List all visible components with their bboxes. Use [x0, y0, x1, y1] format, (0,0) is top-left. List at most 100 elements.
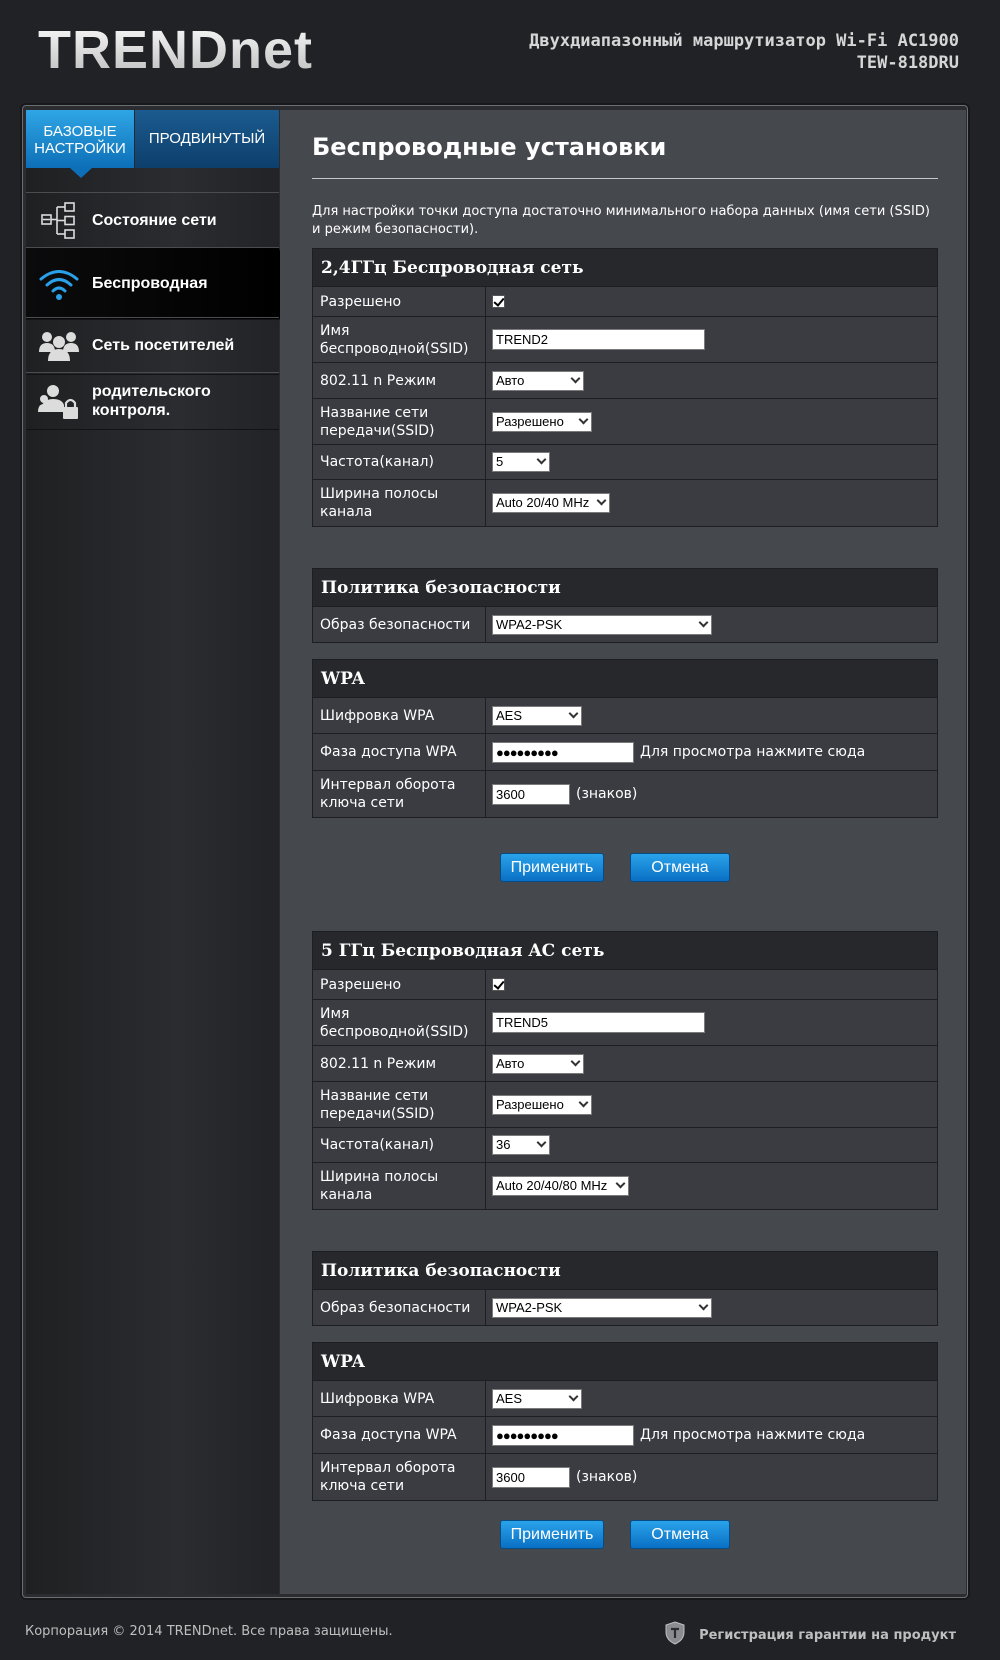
sidebar-item-parental-control[interactable]: родительского контроля. — [26, 372, 279, 430]
security-mode-label: Образ безопасности — [313, 607, 486, 642]
security-heading: Политика безопасности — [313, 1252, 937, 1290]
rekey-input-24[interactable]: 3600 — [492, 783, 570, 805]
panel-security-24: Политика безопасности Образ безопасности… — [312, 568, 938, 643]
sidebar-item-label-line2: контроля. — [92, 402, 171, 419]
panel-24ghz-wireless: 2,4ГГц Беспроводная сеть Разрешено Имя б… — [312, 248, 938, 527]
chevron-down-icon — [570, 373, 581, 383]
sidebar-item-label: Беспроводная — [92, 274, 208, 292]
rekey-input-5[interactable]: 3600 — [492, 1466, 570, 1488]
sidebar-item-wireless[interactable]: Беспроводная — [26, 247, 290, 321]
tab-pointer — [70, 168, 92, 178]
sidebar-item-network-status[interactable]: Состояние сети — [26, 192, 279, 250]
ssid-input-24[interactable]: TREND2 — [492, 329, 705, 350]
enabled-checkbox-24[interactable] — [492, 295, 505, 308]
bandwidth-label: Ширина полосы канала — [313, 1163, 486, 1209]
cipher-select-5[interactable]: AES — [492, 1388, 582, 1409]
cipher-select-24[interactable]: AES — [492, 705, 582, 726]
rekey-label: Интервал оборота ключа сети — [313, 771, 486, 817]
panel-5ghz-heading: 5 ГГц Беспроводная AC сеть — [313, 932, 937, 970]
enabled-label: Разрешено — [313, 287, 486, 316]
sidebar-item-label: родительского контроля. — [92, 382, 211, 420]
header: TRENDnet Двухдиапазонный маршрутизатор W… — [0, 0, 1000, 102]
parental-lock-icon — [26, 382, 92, 420]
panel-wpa-24: WPA Шифровка WPA AES Фаза доступа WPA ●●… — [312, 659, 938, 818]
row-broadcast: Название сети передачи(SSID) Разрешено — [313, 399, 937, 445]
title-divider — [312, 178, 938, 179]
row-rekey: Интервал оборота ключа сети 3600 (знаков… — [313, 1454, 937, 1500]
passphrase-label: Фаза доступа WPA — [313, 734, 486, 770]
cipher-value: AES — [496, 707, 523, 723]
product-title: Двухдиапазонный маршрутизатор Wi-Fi AC19… — [529, 30, 959, 74]
row-enabled: Разрешено — [313, 970, 937, 1000]
mode-select-24[interactable]: Авто — [492, 370, 584, 391]
show-passphrase-link-24[interactable]: Для просмотра нажмите сюда — [640, 744, 865, 760]
network-tree-icon — [26, 201, 92, 241]
bandwidth-select-24[interactable]: Auto 20/40 MHz — [492, 493, 610, 513]
security-mode-select-24[interactable]: WPA2-PSK — [492, 614, 712, 635]
wpa-heading: WPA — [313, 1343, 937, 1381]
row-passphrase: Фаза доступа WPA ●●●●●●●●● Для просмотра… — [313, 1417, 937, 1454]
row-ssid: Имя беспроводной(SSID) TREND5 — [313, 1000, 937, 1046]
cancel-button-5[interactable]: Отмена — [630, 1520, 730, 1549]
broadcast-select-5[interactable]: Разрешено — [492, 1094, 592, 1115]
tab-basic-settings[interactable]: БАЗОВЫЕ НАСТРОЙКИ — [26, 110, 134, 168]
bandwidth-select-5[interactable]: Auto 20/40/80 MHz — [492, 1176, 629, 1196]
panel-security-5: Политика безопасности Образ безопасности… — [312, 1251, 938, 1326]
ssid-input-5[interactable]: TREND5 — [492, 1012, 705, 1033]
chevron-down-icon — [536, 1137, 547, 1148]
security-heading: Политика безопасности — [313, 569, 937, 607]
apply-button-24[interactable]: Применить — [500, 853, 604, 882]
show-passphrase-link-5[interactable]: Для просмотра нажмите сюда — [640, 1427, 865, 1443]
chevron-down-icon — [578, 414, 589, 424]
row-cipher: Шифровка WPA AES — [313, 1381, 937, 1417]
sidebar-item-guest-network[interactable]: Сеть посетителей — [26, 317, 279, 375]
row-cipher: Шифровка WPA AES — [313, 698, 937, 734]
sidebar-item-label: Состояние сети — [92, 212, 217, 229]
chevron-down-icon — [568, 708, 579, 718]
rekey-unit: (знаков) — [576, 1469, 638, 1485]
tab-basic-label-line1: БАЗОВЫЕ — [43, 123, 117, 140]
content-area: Беспроводные установки Для настройки точ… — [280, 110, 966, 1594]
row-channel: Частота(канал) 36 — [313, 1128, 937, 1163]
trendnet-logo[interactable]: TRENDnet — [38, 18, 313, 82]
chevron-down-icon — [596, 495, 607, 506]
chevron-down-icon — [698, 617, 709, 627]
channel-select-value: 36 — [496, 1137, 511, 1152]
warranty-registration-link[interactable]: Регистрация гарантии на продукт — [665, 1621, 956, 1649]
bandwidth-select-value: Auto 20/40 MHz — [496, 495, 590, 510]
mode-label: 802.11 n Режим — [313, 363, 486, 398]
row-bandwidth: Ширина полосы канала Auto 20/40 MHz — [313, 480, 937, 526]
broadcast-label: Название сети передачи(SSID) — [313, 1082, 486, 1127]
passphrase-label: Фаза доступа WPA — [313, 1417, 486, 1453]
passphrase-input-5[interactable]: ●●●●●●●●● — [492, 1424, 634, 1446]
cipher-label: Шифровка WPA — [313, 1381, 486, 1416]
security-mode-select-5[interactable]: WPA2-PSK — [492, 1297, 712, 1318]
apply-button-5[interactable]: Применить — [500, 1520, 604, 1549]
passphrase-input-24[interactable]: ●●●●●●●●● — [492, 741, 634, 763]
guests-icon — [26, 328, 92, 364]
warranty-label: Регистрация гарантии на продукт — [699, 1627, 956, 1643]
mode-select-5[interactable]: Авто — [492, 1053, 584, 1074]
cancel-button-24[interactable]: Отмена — [630, 853, 730, 882]
channel-label: Частота(канал) — [313, 1128, 486, 1162]
chevron-down-icon — [536, 454, 547, 465]
enabled-checkbox-5[interactable] — [492, 978, 505, 991]
cipher-value: AES — [496, 1390, 523, 1406]
copyright-text: Корпорация © 2014 TRENDnet. Все права за… — [25, 1624, 393, 1639]
panel-wpa-5: WPA Шифровка WPA AES Фаза доступа WPA ●●… — [312, 1342, 938, 1501]
broadcast-select-value: Разрешено — [496, 1096, 564, 1112]
row-mode: 802.11 n Режим Авто — [313, 1046, 937, 1082]
ssid-label: Имя беспроводной(SSID) — [313, 317, 486, 362]
nav-tabs: БАЗОВЫЕ НАСТРОЙКИ ПРОДВИНУТЫЙ — [26, 110, 279, 178]
tab-advanced[interactable]: ПРОДВИНУТЫЙ — [135, 110, 279, 168]
enabled-label: Разрешено — [313, 970, 486, 999]
security-mode-label: Образ безопасности — [313, 1290, 486, 1325]
channel-select-24[interactable]: 5 — [492, 452, 550, 472]
channel-select-5[interactable]: 36 — [492, 1135, 550, 1155]
broadcast-select-24[interactable]: Разрешено — [492, 411, 592, 432]
cipher-label: Шифровка WPA — [313, 698, 486, 733]
chevron-down-icon — [578, 1097, 589, 1107]
security-mode-value: WPA2-PSK — [496, 616, 563, 632]
row-security-mode: Образ безопасности WPA2-PSK — [313, 607, 937, 642]
chevron-down-icon — [570, 1056, 581, 1066]
